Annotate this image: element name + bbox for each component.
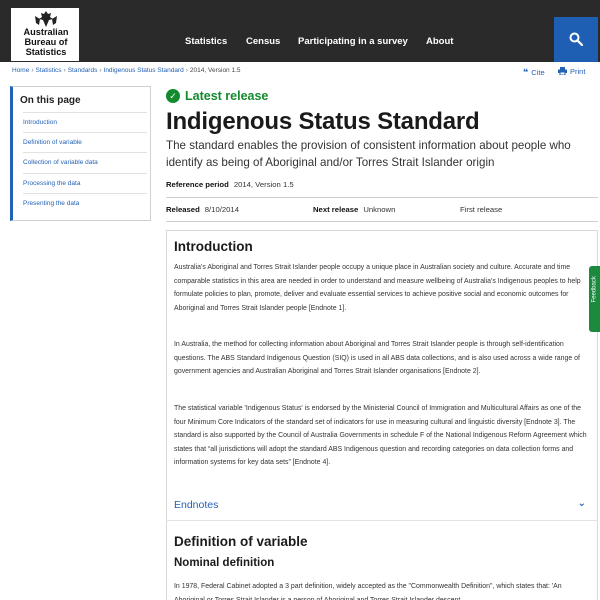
introduction-heading: Introduction bbox=[174, 239, 253, 254]
intro-paragraph-2: In Australia, the method for collecting … bbox=[174, 341, 580, 376]
coat-of-arms-icon bbox=[35, 11, 57, 27]
breadcrumb-statistics[interactable]: Statistics bbox=[36, 67, 62, 74]
sidebar-item-introduction[interactable]: Introduction bbox=[23, 112, 147, 132]
sidebar-item-processing[interactable]: Processing the data bbox=[23, 173, 147, 193]
definition-heading: Definition of variable bbox=[174, 534, 308, 549]
nav-census[interactable]: Census bbox=[246, 36, 280, 47]
nominal-paragraph: In 1978, Federal Cabinet adopted a 3 par… bbox=[174, 583, 562, 600]
printer-icon bbox=[558, 67, 567, 76]
logo-text: Australian Bureau of Statistics bbox=[23, 27, 69, 57]
divider bbox=[166, 520, 598, 521]
sidebar-item-definition[interactable]: Definition of variable bbox=[23, 132, 147, 152]
first-release: First release bbox=[460, 205, 503, 214]
divider bbox=[166, 221, 598, 222]
chevron-down-icon: ⌄ bbox=[577, 498, 586, 509]
sidebar-item-collection[interactable]: Collection of variable data bbox=[23, 152, 147, 172]
page-subtitle: The standard enables the provision of co… bbox=[166, 139, 571, 169]
divider bbox=[166, 197, 598, 198]
search-icon bbox=[569, 32, 583, 46]
sidebar-item-presenting[interactable]: Presenting the data bbox=[23, 193, 147, 213]
on-this-page-nav: On this page Introduction Definition of … bbox=[10, 86, 151, 221]
latest-release-badge: ✓ Latest release bbox=[166, 89, 268, 103]
intro-paragraph-1: Australia's Aboriginal and Torres Strait… bbox=[174, 264, 581, 312]
site-header: Australian Bureau of Statistics Statisti… bbox=[0, 0, 600, 62]
breadcrumb-standards[interactable]: Standards bbox=[68, 67, 98, 74]
endnotes-toggle[interactable]: Endnotes ⌄ bbox=[174, 498, 586, 511]
feedback-tab[interactable]: Feedback bbox=[589, 266, 600, 332]
page-title: Indigenous Status Standard bbox=[166, 108, 480, 135]
breadcrumb-current: 2014, Version 1.5 bbox=[189, 67, 241, 74]
abs-logo[interactable]: Australian Bureau of Statistics bbox=[10, 7, 80, 62]
nav-about[interactable]: About bbox=[426, 36, 453, 47]
intro-paragraph-3: The statistical variable 'Indigenous Sta… bbox=[174, 405, 587, 467]
released-date: Released 8/10/2014 bbox=[166, 205, 239, 214]
breadcrumb: Home › Statistics › Standards › Indigenous Sta… bbox=[12, 67, 241, 74]
cite-link[interactable]: ❝ Cite bbox=[523, 67, 545, 78]
sidebar-title: On this page bbox=[20, 95, 81, 106]
reference-period: Reference period 2014, Version 1.5 bbox=[166, 180, 294, 189]
nav-statistics[interactable]: Statistics bbox=[185, 36, 227, 47]
nav-participating[interactable]: Participating in a survey bbox=[298, 36, 408, 47]
search-button[interactable] bbox=[554, 17, 598, 62]
check-circle-icon: ✓ bbox=[166, 89, 180, 103]
quote-icon: ❝ bbox=[523, 67, 529, 77]
breadcrumb-indigenous-status[interactable]: Indigenous Status Standard bbox=[104, 67, 184, 74]
breadcrumb-home[interactable]: Home bbox=[12, 67, 29, 74]
next-release: Next release Unknown bbox=[313, 205, 396, 214]
print-link[interactable]: Print bbox=[558, 67, 585, 76]
nominal-definition-heading: Nominal definition bbox=[174, 557, 275, 569]
